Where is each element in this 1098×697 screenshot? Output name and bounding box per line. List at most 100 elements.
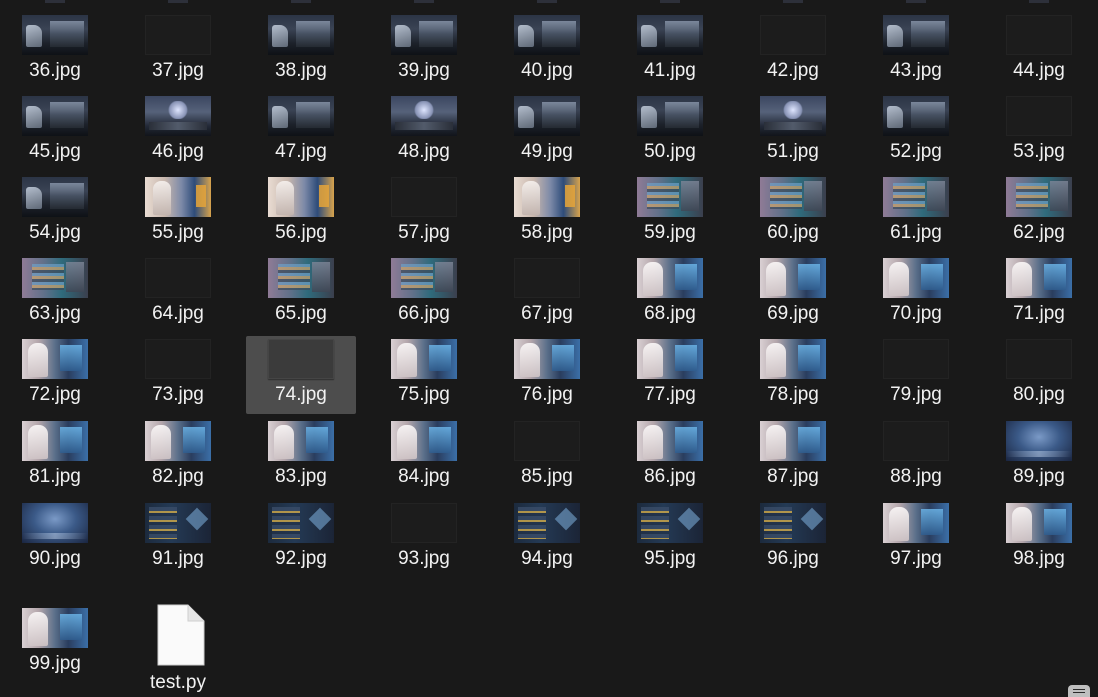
- file-item[interactable]: 38.jpg: [246, 12, 356, 90]
- file-name: 90.jpg: [29, 548, 81, 569]
- thumbnail: [637, 258, 703, 298]
- thumbnail: [760, 258, 826, 298]
- file-item[interactable]: 41.jpg: [615, 12, 725, 90]
- thumbnail: [391, 15, 457, 55]
- partial-thumbnail: [291, 0, 311, 3]
- thumbnail: [22, 339, 88, 379]
- thumbnail: [22, 258, 88, 298]
- file-name: 92.jpg: [275, 548, 327, 569]
- file-item[interactable]: 72.jpg: [0, 336, 110, 414]
- file-item[interactable]: 87.jpg: [738, 418, 848, 496]
- file-name: 91.jpg: [152, 548, 204, 569]
- thumbnail: [1006, 15, 1072, 55]
- partial-thumbnail: [537, 0, 557, 3]
- file-item[interactable]: 78.jpg: [738, 336, 848, 414]
- file-item[interactable]: 64.jpg: [123, 255, 233, 333]
- thumbnail: [22, 15, 88, 55]
- file-item[interactable]: 67.jpg: [492, 255, 602, 333]
- file-item[interactable]: 97.jpg: [861, 500, 971, 578]
- file-item[interactable]: 93.jpg: [369, 500, 479, 578]
- thumbnail: [22, 503, 88, 543]
- file-item[interactable]: 92.jpg: [246, 500, 356, 578]
- file-item[interactable]: 39.jpg: [369, 12, 479, 90]
- file-item[interactable]: 40.jpg: [492, 12, 602, 90]
- file-item[interactable]: 43.jpg: [861, 12, 971, 90]
- file-item[interactable]: 86.jpg: [615, 418, 725, 496]
- file-item[interactable]: 82.jpg: [123, 418, 233, 496]
- file-item[interactable]: 37.jpg: [123, 12, 233, 90]
- file-item[interactable]: 90.jpg: [0, 500, 110, 578]
- file-item[interactable]: 52.jpg: [861, 93, 971, 171]
- file-item[interactable]: 65.jpg: [246, 255, 356, 333]
- thumbnail: [760, 177, 826, 217]
- file-name: 78.jpg: [767, 384, 819, 405]
- file-item[interactable]: 96.jpg: [738, 500, 848, 578]
- file-item[interactable]: 66.jpg: [369, 255, 479, 333]
- file-item[interactable]: 75.jpg: [369, 336, 479, 414]
- file-item[interactable]: 61.jpg: [861, 174, 971, 252]
- file-item[interactable]: 55.jpg: [123, 174, 233, 252]
- file-name: 40.jpg: [521, 60, 573, 81]
- file-item[interactable]: 51.jpg: [738, 93, 848, 171]
- file-name: 48.jpg: [398, 141, 450, 162]
- file-item[interactable]: 99.jpg: [0, 605, 110, 683]
- file-item[interactable]: 57.jpg: [369, 174, 479, 252]
- thumbnail: [22, 177, 88, 217]
- file-name: 77.jpg: [644, 384, 696, 405]
- file-item[interactable]: 54.jpg: [0, 174, 110, 252]
- file-item[interactable]: 63.jpg: [0, 255, 110, 333]
- file-item[interactable]: 83.jpg: [246, 418, 356, 496]
- file-item[interactable]: 70.jpg: [861, 255, 971, 333]
- file-item[interactable]: 42.jpg: [738, 12, 848, 90]
- file-item[interactable]: 69.jpg: [738, 255, 848, 333]
- file-item[interactable]: 47.jpg: [246, 93, 356, 171]
- file-item[interactable]: test.py: [123, 604, 233, 693]
- file-item[interactable]: 80.jpg: [984, 336, 1094, 414]
- view-toggle-icon[interactable]: [1068, 685, 1090, 697]
- file-item[interactable]: 88.jpg: [861, 418, 971, 496]
- thumbnail: [637, 96, 703, 136]
- thumbnail: [514, 339, 580, 379]
- file-item[interactable]: 77.jpg: [615, 336, 725, 414]
- file-item[interactable]: 76.jpg: [492, 336, 602, 414]
- file-item[interactable]: 58.jpg: [492, 174, 602, 252]
- thumbnail: [1006, 339, 1072, 379]
- file-item[interactable]: 44.jpg: [984, 12, 1094, 90]
- file-name: 53.jpg: [1013, 141, 1065, 162]
- file-item[interactable]: 91.jpg: [123, 500, 233, 578]
- thumbnail: [760, 421, 826, 461]
- file-item[interactable]: 53.jpg: [984, 93, 1094, 171]
- file-name: 49.jpg: [521, 141, 573, 162]
- file-item[interactable]: 49.jpg: [492, 93, 602, 171]
- thumbnail: [1006, 96, 1072, 136]
- file-item[interactable]: 85.jpg: [492, 418, 602, 496]
- file-name: 57.jpg: [398, 222, 450, 243]
- file-item[interactable]: 98.jpg: [984, 500, 1094, 578]
- thumbnail: [883, 258, 949, 298]
- file-item[interactable]: 59.jpg: [615, 174, 725, 252]
- file-item[interactable]: 94.jpg: [492, 500, 602, 578]
- file-item[interactable]: 46.jpg: [123, 93, 233, 171]
- file-name: 73.jpg: [152, 384, 204, 405]
- file-item[interactable]: 79.jpg: [861, 336, 971, 414]
- file-item[interactable]: 71.jpg: [984, 255, 1094, 333]
- file-item[interactable]: 68.jpg: [615, 255, 725, 333]
- thumbnail: [637, 421, 703, 461]
- file-item[interactable]: 36.jpg: [0, 12, 110, 90]
- file-item[interactable]: 62.jpg: [984, 174, 1094, 252]
- file-item[interactable]: 56.jpg: [246, 174, 356, 252]
- file-item[interactable]: 81.jpg: [0, 418, 110, 496]
- file-item[interactable]: 89.jpg: [984, 418, 1094, 496]
- file-item[interactable]: 73.jpg: [123, 336, 233, 414]
- file-item[interactable]: 45.jpg: [0, 93, 110, 171]
- file-name: 36.jpg: [29, 60, 81, 81]
- thumbnail: [760, 96, 826, 136]
- file-item[interactable]: 60.jpg: [738, 174, 848, 252]
- file-item[interactable]: 84.jpg: [369, 418, 479, 496]
- thumbnail: [145, 15, 211, 55]
- file-item[interactable]: 95.jpg: [615, 500, 725, 578]
- file-item[interactable]: 50.jpg: [615, 93, 725, 171]
- thumbnail: [22, 96, 88, 136]
- file-item[interactable]: 74.jpg: [246, 336, 356, 414]
- file-item[interactable]: 48.jpg: [369, 93, 479, 171]
